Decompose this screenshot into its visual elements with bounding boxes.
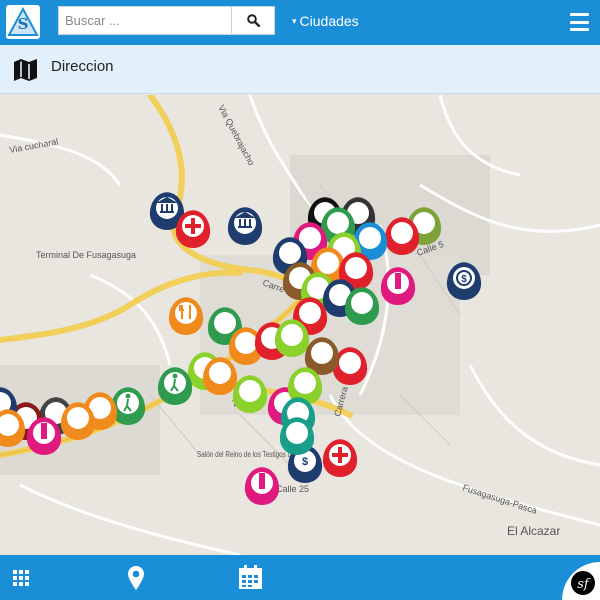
- search-button[interactable]: [231, 7, 274, 34]
- symfony-icon[interactable]: sf: [562, 562, 600, 600]
- place-label-alcazar: El Alcazar: [507, 524, 560, 538]
- search-input[interactable]: [59, 7, 232, 34]
- direction-title: Direccion: [51, 58, 114, 75]
- search-box: [58, 6, 275, 35]
- svg-text:$: $: [461, 274, 467, 285]
- cities-label: Ciudades: [299, 13, 359, 29]
- svg-text:S: S: [18, 15, 29, 33]
- calendar-icon[interactable]: [238, 565, 263, 590]
- hamburger-icon[interactable]: [570, 13, 589, 31]
- bottom-bar: [0, 555, 600, 600]
- app-logo[interactable]: S: [6, 5, 40, 39]
- location-pin-icon[interactable]: [127, 565, 145, 591]
- street-label-calle25: Calle 25: [276, 484, 309, 494]
- chevron-down-icon: ▾: [292, 15, 297, 26]
- svg-text:$: $: [302, 456, 308, 468]
- top-bar: S ▾ Ciudades: [0, 0, 600, 45]
- grid-icon[interactable]: [13, 570, 30, 587]
- cities-dropdown[interactable]: ▾ Ciudades: [292, 13, 359, 29]
- search-icon: [246, 14, 260, 27]
- street-label-terminal: Terminal De Fusagasuga: [36, 250, 136, 260]
- map-icon: [14, 59, 37, 81]
- map-view[interactable]: Via cucharal Via Quebrajacho Terminal De…: [0, 95, 600, 555]
